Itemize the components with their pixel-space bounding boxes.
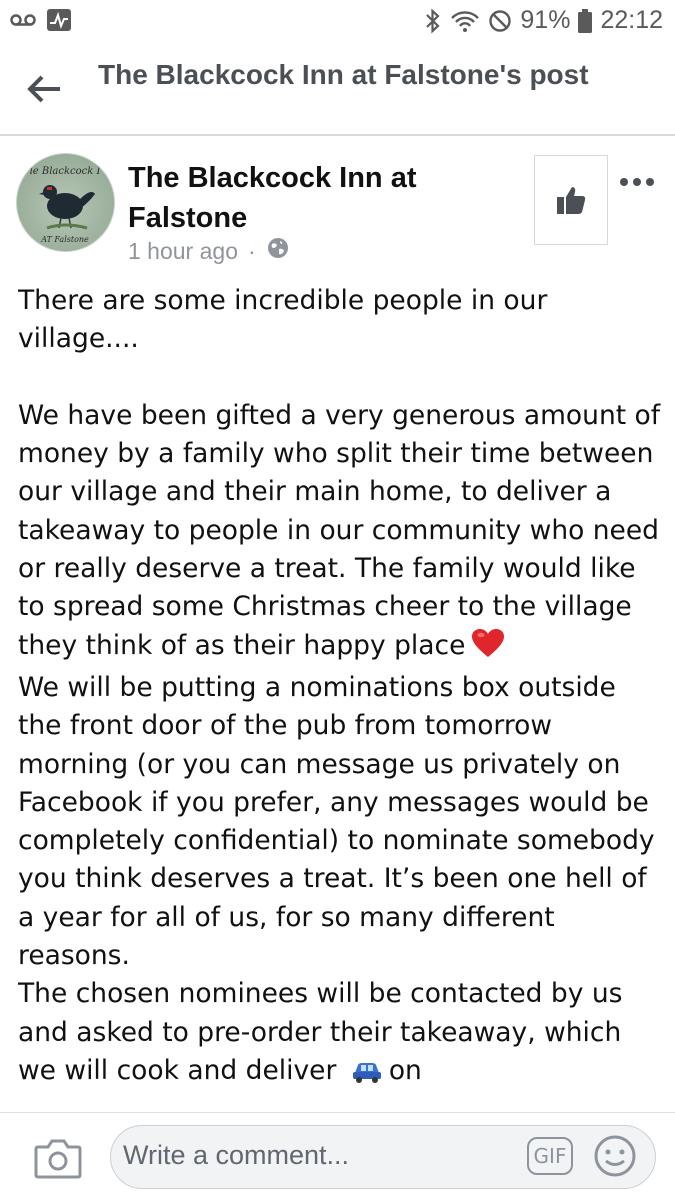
status-right-icons: 91% 22:12 — [424, 6, 663, 35]
camera-button[interactable] — [34, 1137, 82, 1179]
dot — [620, 178, 628, 186]
battery-icon — [578, 8, 593, 33]
emoji-button[interactable] — [593, 1134, 637, 1178]
thumbs-up-icon — [557, 187, 586, 214]
comment-placeholder: Write a comment... — [123, 1140, 350, 1170]
post-time[interactable]: 1 hour ago — [128, 238, 238, 265]
status-left-icons — [10, 8, 72, 37]
page-title: The Blackcock Inn at Falstone's post — [98, 59, 589, 90]
svg-text:ie Blackcock I: ie Blackcock I — [30, 166, 102, 177]
dot — [646, 178, 654, 186]
post-header-bar: The Blackcock Inn at Falstone's post — [0, 44, 675, 136]
meta-separator: · — [247, 237, 256, 264]
post-paragraph: The chosen nominees will be contacted by… — [18, 975, 663, 1094]
back-arrow-icon — [27, 75, 60, 103]
camera-icon — [34, 1139, 82, 1179]
post-author-name[interactable]: The Blackcock Inn at Falstone — [128, 158, 508, 238]
gif-button[interactable]: GIF — [527, 1137, 573, 1175]
globe-icon — [266, 236, 290, 266]
clock: 22:12 — [600, 6, 663, 34]
voicemail-icon — [10, 13, 36, 32]
svg-text:AT Falstone: AT Falstone — [40, 235, 89, 244]
comment-input[interactable]: Write a comment... GIF — [110, 1125, 656, 1189]
page-avatar[interactable]: ie Blackcock I AT Falstone — [16, 153, 115, 252]
post-paragraph: There are some incredible people in our … — [18, 285, 548, 355]
post-paragraph: We will be putting a nominations box out… — [18, 671, 655, 972]
activity-icon — [46, 8, 72, 37]
back-button[interactable] — [24, 72, 64, 106]
post-paragraph: We have been gifted a very generous amou… — [18, 397, 663, 669]
more-options-icon[interactable] — [620, 176, 656, 188]
heart-emoji-icon — [471, 628, 505, 669]
post-meta: 1 hour ago · — [128, 236, 290, 266]
wifi-icon — [450, 9, 480, 33]
blackcock-logo-icon: ie Blackcock I AT Falstone — [30, 166, 102, 244]
status-bar: 91% 22:12 — [0, 0, 675, 44]
bluetooth-icon — [424, 8, 442, 34]
do-not-disturb-icon — [488, 9, 512, 33]
battery-percent: 91% — [520, 6, 571, 34]
car-emoji-icon — [351, 1056, 383, 1094]
like-page-button[interactable] — [534, 155, 608, 245]
dot — [633, 178, 641, 186]
post-trailing-text: on — [388, 1054, 422, 1086]
smiley-icon — [594, 1135, 636, 1177]
post-paragraph-text: The chosen nominees will be contacted by… — [18, 978, 623, 1086]
comment-bar: Write a comment... GIF — [0, 1112, 675, 1201]
post-paragraph-text: We have been gifted a very generous amou… — [18, 399, 661, 661]
post-body: There are some incredible people in our … — [18, 282, 663, 1114]
